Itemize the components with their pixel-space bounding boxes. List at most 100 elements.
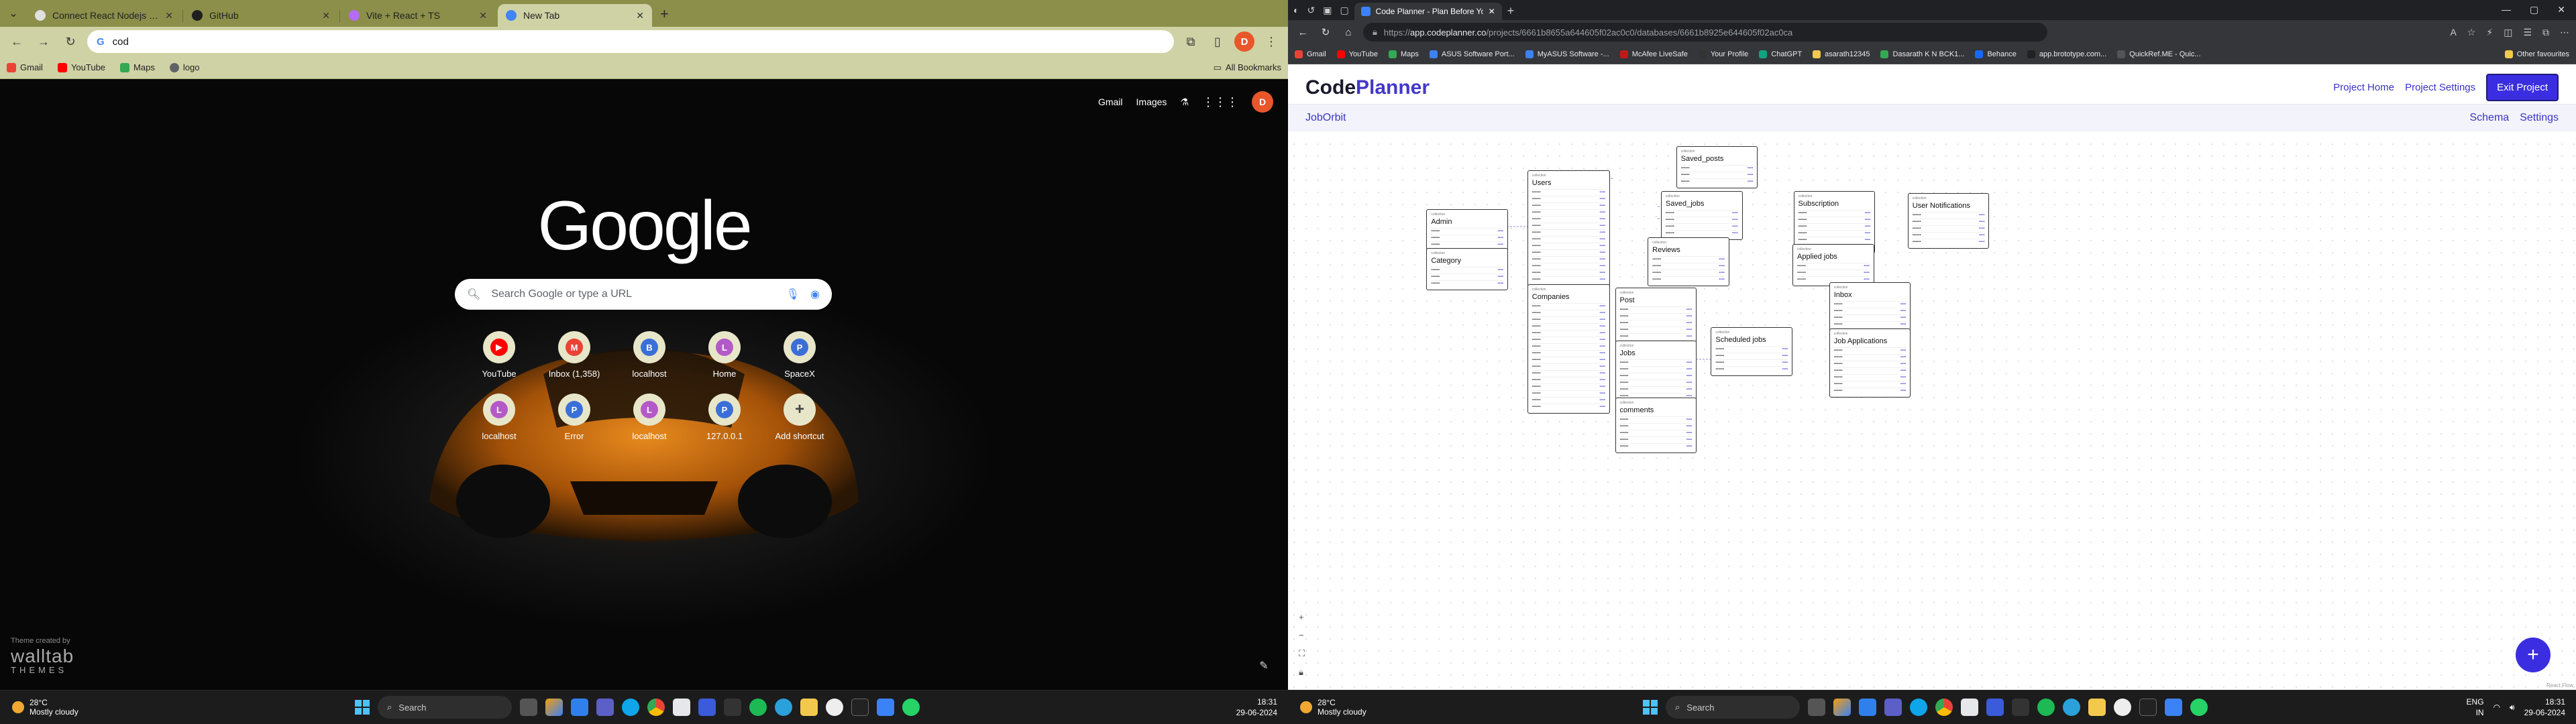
taskbar-search[interactable]: ⌕ Search [378, 696, 512, 719]
shortcut-tile[interactable]: ▶ YouTube [462, 331, 537, 379]
telegram-icon[interactable] [775, 699, 792, 716]
omnibox[interactable]: 🔒︎ https://app.codeplanner.co/projects/66… [1363, 23, 2047, 42]
tab-search-icon[interactable]: ⌄ [4, 4, 23, 23]
shortcut-tile[interactable]: Llocalhost [462, 394, 537, 441]
close-icon[interactable]: ✕ [322, 10, 330, 21]
close-window-icon[interactable]: ✕ [2557, 4, 2565, 15]
reload-icon[interactable]: ↻ [1318, 24, 1334, 40]
schema-canvas[interactable]: collection Saved_posts ▪▪▪▪▪▪ ▪▪▪▪ ▪▪▪▪▪▪ ▪▪▪… [1288, 138, 2576, 690]
tab[interactable]: GitHub ✕ [184, 4, 340, 27]
bookmark[interactable]: McAfee LiveSafe [1619, 50, 1688, 58]
project-name[interactable]: JobOrbit [1305, 112, 1346, 124]
bookmark[interactable]: QuickRef.ME - Quic... [2117, 50, 2201, 58]
bookmark[interactable]: ASUS Software Port... [1429, 50, 1515, 58]
terminal-icon[interactable] [2139, 699, 2157, 716]
close-icon[interactable]: ✕ [479, 10, 487, 21]
images-link[interactable]: Images [1136, 97, 1167, 107]
collection-node[interactable]: collection Job Applications ▪▪▪▪▪▪ ▪▪▪▪ ▪▪▪▪… [1829, 328, 1911, 398]
github-desktop-icon[interactable] [724, 699, 741, 716]
clock[interactable]: 18:31 29-06-2024 [1236, 697, 1277, 718]
customize-pencil-icon[interactable]: ✎ [1253, 655, 1275, 676]
maximize-icon[interactable]: ▢ [2530, 4, 2538, 15]
media-icon[interactable] [826, 699, 843, 716]
bookmark[interactable]: ChatGPT [1759, 50, 1802, 58]
clock[interactable]: 18:31 29-06-2024 [2524, 697, 2565, 718]
new-tab-button[interactable]: + [1507, 4, 1515, 20]
profile-avatar[interactable]: D [1234, 32, 1254, 52]
zoom-out-icon[interactable]: − [1299, 630, 1305, 640]
close-icon[interactable]: ✕ [1489, 7, 1495, 16]
react-flow-attribution[interactable]: React Flow [2546, 682, 2573, 688]
volume-icon[interactable]: 🔊︎ [2510, 703, 2515, 713]
more-menu-icon[interactable]: ⋯ [2560, 27, 2569, 38]
telegram-icon[interactable] [2063, 699, 2080, 716]
fit-view-icon[interactable]: ⛶ [1299, 648, 1305, 659]
shortcut-tile[interactable]: Blocalhost [612, 331, 687, 379]
profile-avatar[interactable]: D [1252, 91, 1273, 113]
teams-icon[interactable] [596, 699, 614, 716]
bookmark[interactable]: Your Profile [1698, 50, 1748, 58]
whatsapp-icon[interactable] [2190, 699, 2208, 716]
collection-node[interactable]: collection Reviews ▪▪▪▪▪▪ ▪▪▪▪ ▪▪▪▪▪▪ ▪▪▪▪ ▪▪▪… [1648, 237, 1729, 287]
shortcut-tile[interactable]: P Error [537, 394, 612, 441]
lens-icon[interactable]: ◉ [810, 288, 820, 301]
bookmark[interactable]: MyASUS Software -... [1525, 50, 1609, 58]
forward-icon[interactable]: → [34, 32, 54, 52]
edge-icon[interactable] [1910, 699, 1927, 716]
task-view-icon[interactable] [520, 699, 537, 716]
collection-node[interactable]: collection Applied jobs ▪▪▪▪▪▪ ▪▪▪▪ ▪▪▪▪▪▪ ▪▪… [1792, 243, 1874, 286]
bookmark[interactable]: Gmail [1295, 50, 1326, 58]
weather-widget[interactable]: 28°C Mostly cloudy [0, 698, 121, 717]
home-icon[interactable]: ⌂ [1340, 24, 1356, 40]
workspace-icon[interactable]: ▣ [1323, 5, 1332, 16]
tab-active[interactable]: Code Planner - Plan Before You C✕ [1354, 3, 1502, 20]
star-icon[interactable]: ☆ [2467, 27, 2476, 38]
shortcut-tile[interactable]: P SpaceX [762, 331, 837, 379]
shortcut-tile[interactable]: L Home [687, 331, 762, 379]
tab[interactable]: Vite + React + TS ✕ [341, 4, 495, 27]
store-icon[interactable] [1961, 699, 1978, 716]
bookmark[interactable]: Maps [120, 62, 155, 72]
extension-icon[interactable]: ⚡ [2486, 27, 2493, 38]
store-icon[interactable] [673, 699, 690, 716]
more-menu-icon[interactable]: ⋮ [1261, 32, 1281, 52]
back-icon[interactable]: ← [7, 32, 27, 52]
vscode-icon[interactable] [1859, 699, 1876, 716]
settings-link[interactable]: Settings [2520, 112, 2559, 124]
file-explorer-icon[interactable] [2088, 699, 2106, 716]
copilot-icon[interactable] [545, 699, 563, 716]
back-icon[interactable]: ← [1295, 24, 1311, 40]
notes-icon[interactable] [2165, 699, 2182, 716]
add-collection-button[interactable]: + [2516, 638, 2551, 672]
zoom-in-icon[interactable]: + [1299, 612, 1305, 622]
language-indicator[interactable]: ENG IN [2467, 697, 2484, 718]
wifi-icon[interactable]: ◠ [2493, 703, 2500, 712]
google-search-box[interactable]: 🔍︎ Search Google or type a URL 🎙︎ ◉ [455, 279, 832, 310]
history-icon[interactable]: ↺ [1307, 5, 1315, 16]
reload-icon[interactable]: ↻ [60, 32, 80, 52]
gmail-link[interactable]: Gmail [1098, 97, 1123, 107]
notes-icon[interactable] [877, 699, 894, 716]
favorites-icon[interactable]: ☰ [2523, 27, 2532, 38]
edge-icon[interactable] [622, 699, 639, 716]
shortcut-tile[interactable]: M Inbox (1,358) [537, 331, 612, 379]
chrome-icon[interactable] [647, 699, 665, 716]
project-settings-link[interactable]: Project Settings [2405, 82, 2475, 93]
task-view-icon[interactable] [1808, 699, 1825, 716]
apps-grid-icon[interactable]: ⋮⋮⋮ [1202, 95, 1238, 109]
collection-node[interactable]: collection Scheduled jobs ▪▪▪▪▪▪ ▪▪▪▪ ▪▪▪▪▪▪… [1711, 327, 1792, 377]
profile-icon[interactable]: ◐ [1293, 5, 1299, 16]
shortcut-tile[interactable]: P 127.0.0.1 [687, 394, 762, 441]
tab[interactable]: Connect React Nodejs Project✕ [27, 4, 183, 27]
vscode-icon[interactable] [571, 699, 588, 716]
schema-link[interactable]: Schema [2469, 112, 2509, 124]
collection-node[interactable]: collection comments ▪▪▪▪▪▪ ▪▪▪▪ ▪▪▪▪▪▪ ▪▪▪▪ ▪▪… [1615, 398, 1697, 454]
bookmark[interactable]: YouTube [57, 62, 105, 72]
other-favourites[interactable]: Other favourites [2504, 50, 2569, 58]
taskbar-search[interactable]: ⌕ Search [1666, 696, 1800, 719]
bookmark[interactable]: app.brototype.com... [2027, 50, 2106, 58]
mic-icon[interactable]: 🎙︎ [786, 288, 800, 301]
shortcut-tile[interactable]: + Add shortcut [762, 394, 837, 441]
bookmark[interactable]: Gmail [7, 62, 43, 72]
teams-icon[interactable] [1884, 699, 1902, 716]
